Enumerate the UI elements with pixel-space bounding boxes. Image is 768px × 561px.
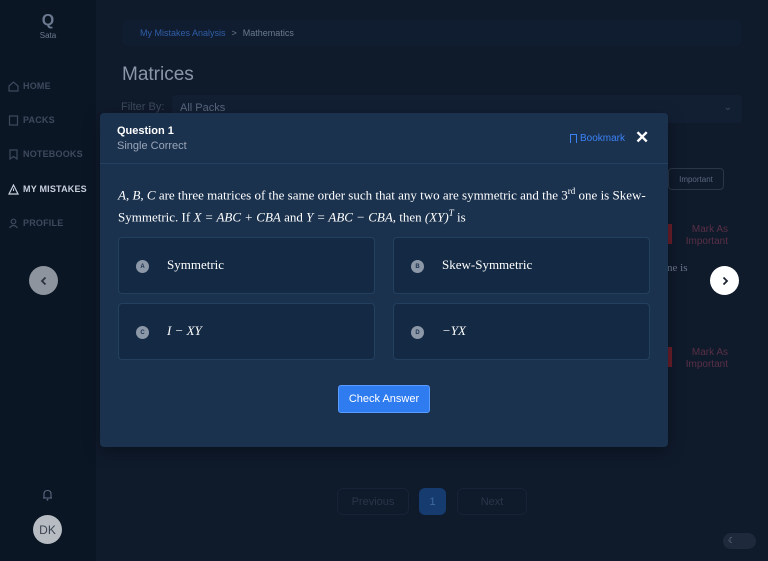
breadcrumb-separator: >	[231, 28, 237, 38]
filter-label: Filter By:	[121, 101, 165, 113]
option-text: I − XY	[167, 323, 202, 338]
breadcrumb-link[interactable]: My Mistakes Analysis	[140, 28, 226, 38]
math-expression: (XY)	[424, 209, 449, 225]
question-text: A, B, C are three matrices of the same o…	[118, 182, 652, 227]
important-chip[interactable]: Important	[668, 168, 724, 190]
logo-text: Sata	[39, 31, 57, 40]
sidebar-item-label: PROFILE	[23, 218, 64, 228]
avatar[interactable]: DK	[33, 515, 62, 544]
check-answer-button[interactable]: Check Answer	[338, 385, 430, 413]
close-icon[interactable]: ✕	[635, 129, 649, 147]
sidebar-item-profile[interactable]: PROFILE	[8, 215, 63, 231]
option-a[interactable]: A Symmetric	[118, 237, 375, 294]
home-icon	[8, 80, 19, 92]
option-d[interactable]: D −YX	[393, 303, 650, 360]
option-letter-badge: A	[136, 260, 149, 273]
logo-icon: Q	[41, 12, 55, 29]
question-type: Single Correct	[117, 140, 187, 152]
mark-important-label: Mark As Important	[685, 347, 728, 370]
page-number-button[interactable]: 1	[419, 488, 446, 515]
math-variables: A, B, C	[118, 187, 156, 203]
modal-header: Question 1 Single Correct Bookmark ✕	[100, 113, 668, 164]
background-question-fragment: ne is	[667, 262, 688, 274]
packs-icon	[8, 114, 19, 126]
bookmark-label: Bookmark	[580, 133, 626, 144]
breadcrumb-current: Mathematics	[242, 28, 294, 38]
chevron-right-icon	[722, 276, 728, 285]
app-logo[interactable]: Q Sata	[34, 12, 62, 40]
mark-important-label: Mark As Important	[685, 224, 728, 247]
option-c[interactable]: C I − XY	[118, 303, 375, 360]
option-letter-badge: C	[136, 326, 149, 339]
option-text: Symmetric	[167, 257, 225, 272]
theme-toggle[interactable]: ☾	[723, 533, 756, 549]
user-icon	[8, 218, 19, 229]
important-marker	[668, 347, 672, 367]
question-part: , then	[392, 209, 425, 225]
option-letter-badge: B	[411, 260, 424, 273]
sidebar-item-home[interactable]: HOME	[8, 78, 51, 94]
sidebar-item-my-mistakes[interactable]: MY MISTAKES	[8, 181, 87, 197]
option-letter-badge: D	[411, 326, 424, 339]
next-question-button[interactable]	[710, 266, 739, 295]
mark-important-button[interactable]: Mark As Important	[668, 347, 728, 371]
previous-page-button[interactable]: Previous	[337, 488, 409, 515]
moon-icon: ☾	[728, 536, 736, 545]
warning-icon	[8, 183, 19, 195]
bookmark-icon	[8, 148, 19, 160]
sidebar-item-label: MY MISTAKES	[23, 184, 87, 194]
next-page-button[interactable]: Next	[457, 488, 527, 515]
bell-icon[interactable]	[40, 489, 54, 503]
option-b[interactable]: B Skew-Symmetric	[393, 237, 650, 294]
page-title: Matrices	[122, 64, 194, 85]
important-marker	[668, 224, 672, 244]
previous-question-button[interactable]	[29, 266, 58, 295]
question-part: is	[453, 209, 466, 225]
option-text: −YX	[442, 323, 466, 338]
question-part: are three matrices of the same order suc…	[155, 187, 562, 203]
question-title: Question 1	[117, 125, 174, 137]
sidebar-item-label: PACKS	[23, 115, 55, 125]
sidebar-item-label: NOTEBOOKS	[23, 149, 83, 159]
mark-important-button[interactable]: Mark As Important	[668, 224, 728, 248]
option-text: Skew-Symmetric	[442, 257, 533, 272]
math-expression: X = ABC + CBA	[193, 209, 281, 225]
sidebar-item-label: HOME	[23, 81, 51, 91]
breadcrumb: My Mistakes Analysis > Mathematics	[122, 20, 742, 46]
sidebar-item-notebooks[interactable]: NOTEBOOKS	[8, 146, 83, 162]
math-expression: Y = ABC − CBA	[306, 209, 393, 225]
bookmark-button[interactable]: Bookmark	[570, 133, 625, 144]
bookmark-icon	[570, 134, 577, 143]
chevron-down-icon: ⌄	[723, 102, 732, 113]
question-modal: Question 1 Single Correct Bookmark ✕ A, …	[100, 113, 668, 447]
chevron-left-icon	[40, 276, 46, 285]
sidebar-item-packs[interactable]: PACKS	[8, 112, 55, 128]
question-part: and	[280, 209, 307, 225]
